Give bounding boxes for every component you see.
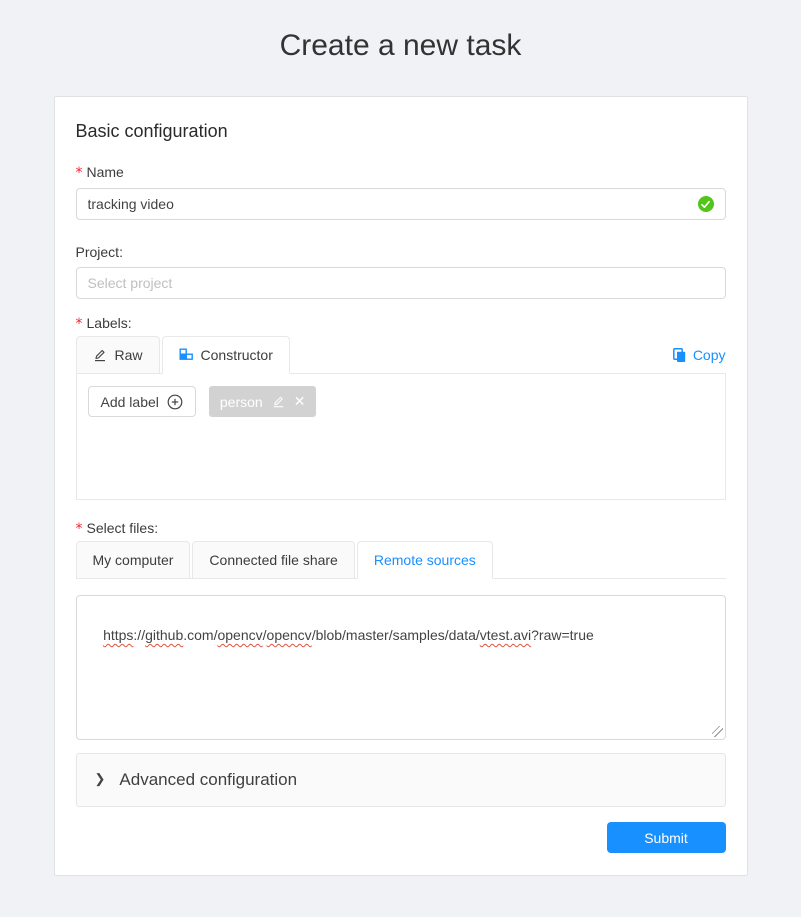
select-files-label: *Select files: bbox=[76, 520, 726, 537]
tab-remote-sources[interactable]: Remote sources bbox=[357, 541, 493, 579]
copy-labels-link[interactable]: Copy bbox=[673, 347, 726, 363]
page-title: Create a new task bbox=[0, 0, 801, 66]
submit-button[interactable]: Submit bbox=[607, 822, 726, 853]
name-field-wrapper bbox=[76, 188, 726, 220]
file-tabs-wrap: My computer Connected file share Remote … bbox=[76, 541, 726, 579]
label-tag-name: person bbox=[220, 394, 263, 410]
edit-icon bbox=[93, 348, 107, 362]
url-segment: https bbox=[103, 627, 133, 643]
label-tag-person[interactable]: person ✕ bbox=[209, 386, 317, 417]
success-check-icon bbox=[698, 196, 714, 212]
remote-urls-textarea[interactable]: https://github.com/opencv/opencv/blob/ma… bbox=[76, 595, 726, 740]
submit-row: Submit bbox=[76, 822, 726, 853]
labels-tabbar: Raw Constructor bbox=[76, 336, 292, 374]
tab-constructor-label: Constructor bbox=[201, 347, 273, 363]
edit-icon[interactable] bbox=[272, 395, 285, 408]
build-icon bbox=[179, 348, 193, 362]
tab-connected-file-share[interactable]: Connected file share bbox=[192, 541, 354, 579]
advanced-configuration-label: Advanced configuration bbox=[119, 770, 297, 790]
url-segment: vtest.avi bbox=[480, 627, 531, 643]
url-segment: opencv bbox=[217, 627, 262, 643]
copy-icon bbox=[673, 348, 686, 363]
tab-my-computer-label: My computer bbox=[93, 552, 174, 568]
project-placeholder: Select project bbox=[88, 275, 173, 291]
chevron-right-icon: ❯ bbox=[95, 771, 106, 787]
labels-tabbar-row: Raw Constructor Copy bbox=[76, 336, 726, 374]
labels-label: *Labels: bbox=[76, 315, 726, 332]
name-input[interactable] bbox=[88, 196, 698, 212]
url-segment: opencv bbox=[267, 627, 312, 643]
create-task-card: Basic configuration *Name Project: Selec… bbox=[54, 96, 748, 876]
section-title: Basic configuration bbox=[76, 121, 726, 142]
required-asterisk: * bbox=[76, 316, 83, 332]
tab-constructor[interactable]: Constructor bbox=[162, 336, 290, 374]
project-select[interactable]: Select project bbox=[76, 267, 726, 299]
url-segment: .com/ bbox=[183, 627, 217, 643]
copy-link-label: Copy bbox=[693, 347, 726, 363]
tab-remote-sources-label: Remote sources bbox=[374, 552, 476, 568]
url-segment: github bbox=[145, 627, 183, 643]
tab-connected-file-share-label: Connected file share bbox=[209, 552, 337, 568]
tab-my-computer[interactable]: My computer bbox=[76, 541, 191, 579]
advanced-configuration-collapse[interactable]: ❯ Advanced configuration bbox=[76, 753, 726, 807]
tab-raw-label: Raw bbox=[115, 347, 143, 363]
plus-circle-icon bbox=[167, 394, 183, 410]
project-label: Project: bbox=[76, 244, 726, 260]
tab-raw[interactable]: Raw bbox=[76, 336, 160, 374]
required-asterisk: * bbox=[76, 521, 83, 537]
required-asterisk: * bbox=[76, 165, 83, 181]
file-tabbar: My computer Connected file share Remote … bbox=[76, 541, 726, 579]
add-label-button[interactable]: Add label bbox=[88, 386, 196, 417]
url-segment: ?raw=true bbox=[531, 627, 594, 643]
labels-constructor-panel: Add label person ✕ bbox=[76, 373, 726, 500]
name-label: *Name bbox=[76, 164, 726, 181]
resize-handle[interactable] bbox=[712, 726, 723, 737]
close-icon[interactable]: ✕ bbox=[294, 393, 306, 410]
url-segment: /blob/master/samples/data/ bbox=[312, 627, 480, 643]
url-segment: :// bbox=[133, 627, 145, 643]
